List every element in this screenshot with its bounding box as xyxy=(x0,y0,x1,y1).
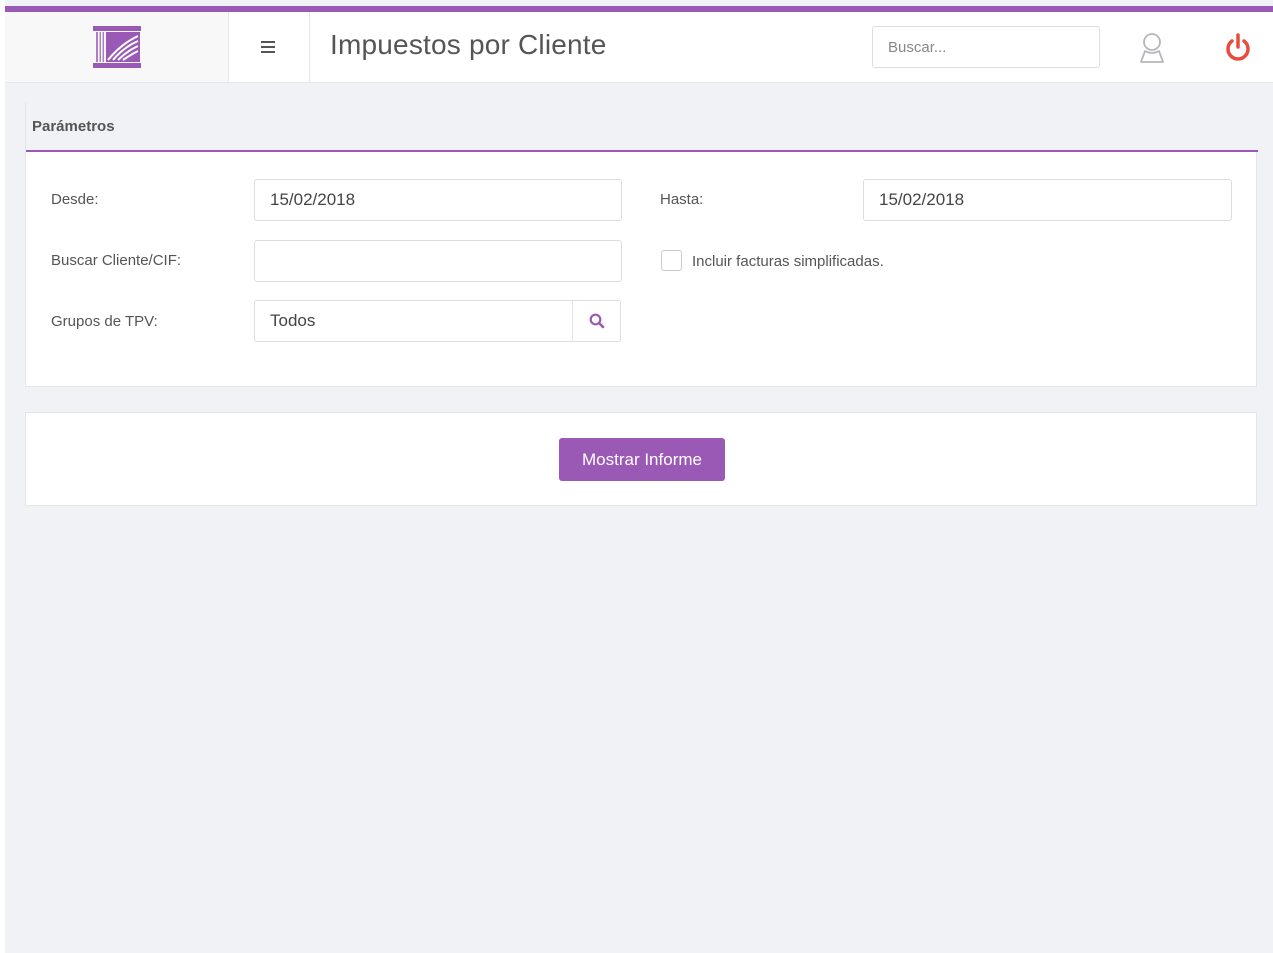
columns-building-logo-icon xyxy=(92,26,141,68)
simplificadas-label[interactable]: Incluir facturas simplificadas. xyxy=(692,253,884,270)
left-edge xyxy=(0,0,5,953)
desde-date-field[interactable] xyxy=(254,179,622,221)
hasta-date-field[interactable] xyxy=(863,179,1232,221)
actions-panel: Mostrar Informe xyxy=(25,412,1257,506)
grupos-tpv-field[interactable] xyxy=(254,300,574,342)
power-icon[interactable] xyxy=(1224,33,1252,63)
cliente-cif-input[interactable] xyxy=(254,240,622,282)
header: Impuestos por Cliente xyxy=(5,12,1273,83)
show-report-button[interactable]: Mostrar Informe xyxy=(559,438,725,481)
logo[interactable] xyxy=(5,12,229,82)
panel-heading: Parámetros xyxy=(26,102,1258,152)
grupos-label: Grupos de TPV: xyxy=(51,313,158,330)
user-icon[interactable] xyxy=(1139,32,1165,64)
parameters-panel: Parámetros Desde: Hasta: Buscar Cliente/… xyxy=(25,102,1258,387)
search-input[interactable] xyxy=(872,26,1100,68)
hamburger-icon[interactable] xyxy=(229,12,310,82)
page-title: Impuestos por Cliente xyxy=(330,29,607,60)
grupos-search-button[interactable] xyxy=(572,300,621,342)
simplificadas-checkbox[interactable] xyxy=(661,250,682,271)
search-icon xyxy=(589,313,604,329)
cliente-label: Buscar Cliente/CIF: xyxy=(51,252,182,269)
desde-label: Desde: xyxy=(51,191,99,208)
panel-heading-title: Parámetros xyxy=(32,118,115,135)
hasta-label: Hasta: xyxy=(660,191,704,208)
